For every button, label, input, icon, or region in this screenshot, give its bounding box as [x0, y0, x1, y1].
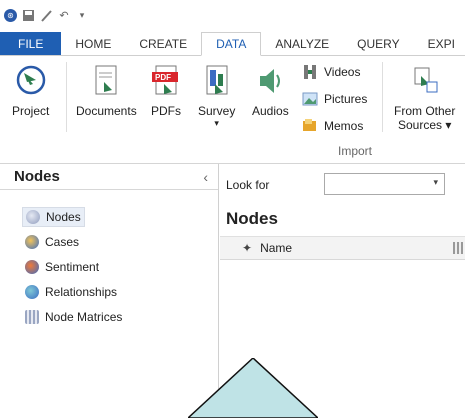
list-column-header: ✦ Name [220, 236, 465, 260]
collapse-chevron-icon[interactable]: ‹ [203, 169, 208, 185]
tab-home[interactable]: HOME [61, 32, 125, 55]
look-for-label: Look for [226, 178, 270, 192]
find-bar: Look for ▾ [220, 172, 465, 198]
cases-icon [25, 235, 39, 249]
nav-item-label: Sentiment [45, 260, 100, 274]
pictures-label: Pictures [324, 92, 368, 106]
ribbon-separator [382, 62, 383, 132]
nav-item-label: Node Matrices [45, 310, 123, 324]
audios-button[interactable]: Audios [252, 64, 289, 118]
nav-item-label: Relationships [45, 285, 118, 299]
other-sources-icon [414, 67, 438, 93]
tab-file[interactable]: FILE [0, 32, 62, 55]
memos-label: Memos [324, 119, 364, 133]
tab-query[interactable]: QUERY [343, 32, 413, 55]
nav-item-cases[interactable]: Cases [22, 232, 82, 252]
tab-analyze[interactable]: ANALYZE [261, 32, 343, 55]
videos-label: Videos [324, 65, 361, 79]
svg-text:PDF: PDF [155, 73, 171, 82]
tab-create[interactable]: CREATE [125, 32, 201, 55]
from-other-label-line1: From Other [394, 104, 456, 118]
column-options-icon[interactable] [453, 242, 463, 254]
from-other-sources-button[interactable]: From Other Sources ▾ [394, 64, 455, 132]
pdfs-label: PDFs [151, 104, 181, 118]
edit-icon[interactable] [39, 8, 53, 22]
tab-data[interactable]: DATA [201, 32, 262, 56]
chevron-down-icon[interactable]: ▾ [433, 177, 438, 188]
pictures-button[interactable]: Pictures [302, 91, 367, 107]
nav-item-relationships[interactable]: Relationships [22, 282, 120, 302]
project-button[interactable]: Project [12, 64, 49, 118]
memos-button[interactable]: Memos [302, 118, 363, 134]
pdf-icon: PDF [152, 65, 178, 95]
node-matrices-icon [25, 310, 39, 324]
sentiment-icon [25, 260, 39, 274]
nav-item-label: Nodes [46, 210, 81, 224]
column-header-name[interactable]: Name [260, 241, 292, 255]
project-label: Project [12, 104, 50, 118]
pdfs-button[interactable]: PDF PDFs [150, 64, 182, 118]
triangle-overlay [188, 358, 318, 418]
navigation-header: Nodes ‹ [0, 164, 218, 190]
page-title: Nodes [226, 209, 278, 228]
import-group-label: Import [338, 144, 373, 158]
picture-icon [302, 92, 318, 106]
speaker-icon [260, 69, 281, 93]
ribbon-data: Project Documents PDF PDFs Survey ▾ Audi… [0, 56, 465, 164]
survey-button[interactable]: Survey ▾ [198, 64, 235, 129]
navigation-title: Nodes [14, 168, 60, 185]
survey-icon [206, 65, 228, 95]
documents-label: Documents [76, 104, 137, 118]
documents-button[interactable]: Documents [76, 64, 137, 118]
nav-item-node-matrices[interactable]: Node Matrices [22, 307, 125, 327]
audios-label: Audios [252, 104, 289, 118]
save-icon[interactable] [21, 8, 35, 22]
nav-item-label: Cases [45, 235, 80, 249]
nav-item-sentiment[interactable]: Sentiment [22, 257, 102, 277]
documents-icon [95, 65, 117, 95]
video-icon [304, 65, 316, 79]
videos-button[interactable]: Videos [302, 64, 360, 80]
app-icon[interactable]: ⊛ [4, 8, 17, 22]
customize-icon[interactable]: ▾ [75, 8, 89, 22]
nav-item-nodes[interactable]: Nodes [22, 207, 85, 227]
look-for-input[interactable]: ▾ [324, 173, 445, 195]
ribbon-separator [66, 62, 67, 132]
survey-dropdown-icon[interactable]: ▾ [214, 118, 219, 129]
relationships-icon [25, 285, 39, 299]
project-icon [16, 65, 45, 95]
ribbon-tabs: FILE HOME CREATE DATA ANALYZE QUERY EXPI [0, 32, 465, 56]
pin-icon[interactable]: ✦ [242, 241, 252, 255]
tab-explore[interactable]: EXPI [414, 32, 465, 55]
quick-access-toolbar: ⊛ ↶ ▾ [0, 0, 465, 30]
survey-label: Survey [198, 104, 236, 118]
undo-icon[interactable]: ↶ [57, 8, 71, 22]
memo-icon [303, 119, 316, 131]
nodes-icon [26, 210, 40, 224]
from-other-label-line2: Sources ▾ [397, 118, 452, 132]
